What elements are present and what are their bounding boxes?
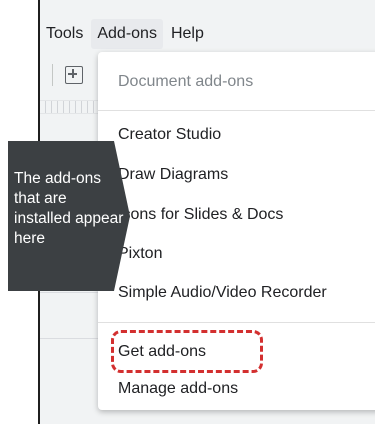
get-add-ons-highlight [111,330,263,373]
menu-bar: Tools Add-ons Help [40,14,375,54]
callout-text: The add-ons that are installed appear he… [14,170,124,247]
add-comment-icon[interactable] [65,66,83,84]
addon-icons-for-slides-docs[interactable]: Icons for Slides & Docs [98,197,375,233]
document-edge [40,338,100,339]
toolbar-divider [52,64,53,86]
callout: The add-ons that are installed appear he… [8,141,130,291]
document-add-ons-heading: Document add-ons [118,73,254,90]
toolbar [40,58,100,92]
addon-creator-studio[interactable]: Creator Studio [98,117,375,153]
menu-tools[interactable]: Tools [40,19,89,49]
menu-divider [98,110,375,111]
addon-draw-diagrams[interactable]: Draw Diagrams [98,157,375,193]
manage-add-ons-menu-item[interactable]: Manage add-ons [98,371,375,407]
menu-divider [98,322,375,323]
addon-simple-audio-video-recorder[interactable]: Simple Audio/Video Recorder [98,275,375,311]
addon-pixton[interactable]: Pixton [98,236,375,272]
ruler [40,100,100,114]
menu-help[interactable]: Help [165,19,210,49]
menu-add-ons[interactable]: Add-ons [91,19,163,49]
document-edge [40,292,100,293]
